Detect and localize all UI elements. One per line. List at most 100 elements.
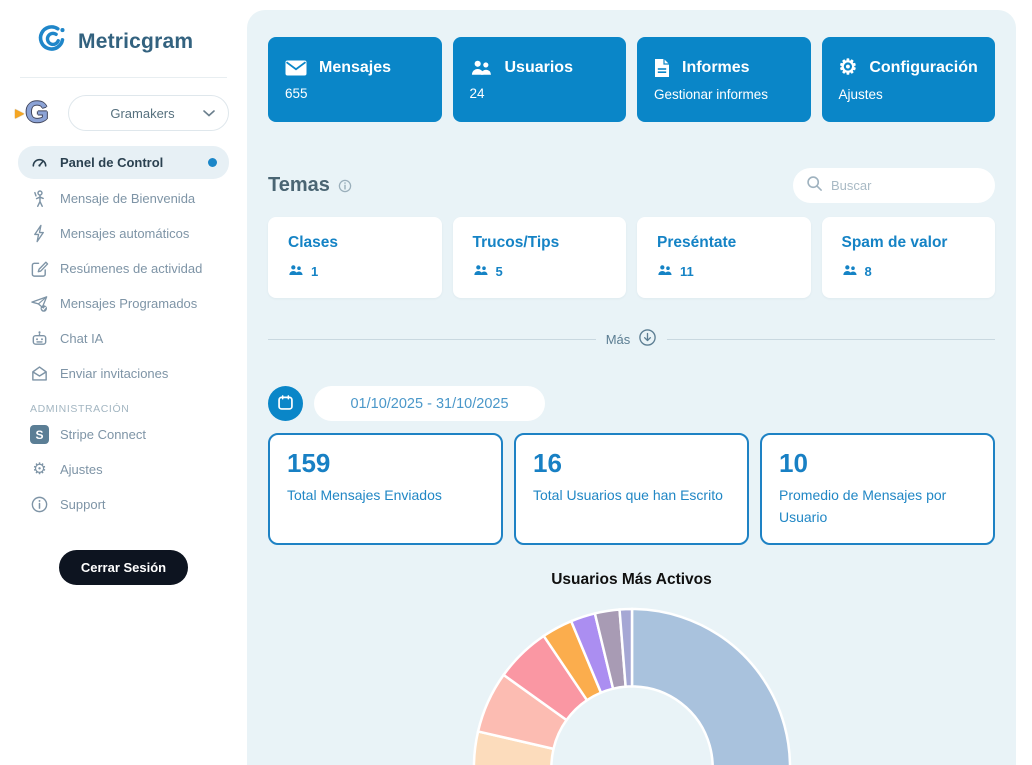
sidebar-section-administracion: ADMINISTRACIÓN (30, 403, 229, 415)
tema-card-clases[interactable]: Clases 1 (268, 217, 442, 298)
tema-count-value: 5 (496, 264, 503, 279)
sidebar-item-label: Support (60, 497, 106, 512)
date-range-picker[interactable]: 01/10/2025 - 31/10/2025 (314, 386, 545, 421)
sidebar-item-label: Mensaje de Bienvenida (60, 191, 195, 206)
tema-count-value: 8 (865, 264, 872, 279)
sidebar-item-label: Panel de Control (60, 155, 163, 170)
sidebar-menu: Panel de Control Mensaje de Bienvenida M… (18, 146, 229, 389)
sidebar-item-mensajes-automaticos[interactable]: Mensajes automáticos (18, 218, 229, 249)
sidebar-item-label: Chat IA (60, 331, 103, 346)
tema-card-spam-de-valor[interactable]: Spam de valor 8 (822, 217, 996, 298)
edit-icon (30, 259, 49, 278)
more-divider: Más (268, 328, 995, 350)
search-input[interactable] (831, 178, 1007, 193)
mensajes-card[interactable]: Mensajes 655 (268, 37, 442, 122)
more-button[interactable]: Más (606, 328, 658, 350)
tema-count-value: 1 (311, 264, 318, 279)
sidebar-item-enviar-invitaciones[interactable]: Enviar invitaciones (18, 358, 229, 389)
quick-actions: Mensajes 655 Usuarios 24 Informes Gestio… (268, 37, 995, 122)
envelope-icon (285, 60, 307, 76)
stripe-icon: S (30, 425, 49, 444)
sidebar-item-panel-de-control[interactable]: Panel de Control (18, 146, 229, 179)
divider-line (268, 339, 596, 340)
info-icon[interactable] (338, 179, 352, 193)
chevron-down-icon (203, 104, 215, 122)
sidebar-item-label: Enviar invitaciones (60, 366, 168, 381)
temas-cards: Clases 1 Trucos/Tips 5 Preséntate 11 Spa… (268, 217, 995, 298)
configuracion-card[interactable]: ⚙ Configuración Ajustes (822, 37, 996, 122)
search-icon (806, 175, 823, 197)
calendar-button[interactable] (268, 386, 303, 421)
gauge-icon (30, 153, 49, 172)
sidebar-item-ajustes[interactable]: ⚙ Ajustes (18, 454, 229, 485)
sidebar-item-label: Mensajes Programados (60, 296, 197, 311)
active-users-donut (462, 602, 802, 765)
donut-segment (632, 609, 790, 765)
active-indicator-dot (208, 158, 217, 167)
stat-value: 159 (287, 448, 484, 479)
tema-title: Trucos/Tips (473, 234, 607, 252)
robot-icon (30, 329, 49, 348)
send-check-icon (30, 294, 49, 313)
workspace-selector[interactable]: Gramakers (68, 95, 229, 131)
chart-title: Usuarios Más Activos (268, 571, 995, 589)
search-box (793, 168, 995, 203)
stat-card-total-mensajes: 159 Total Mensajes Enviados (268, 433, 503, 545)
tema-title: Spam de valor (842, 234, 976, 252)
swirl-icon (34, 22, 68, 61)
stat-label: Total Mensajes Enviados (287, 485, 484, 507)
envelope-open-icon (30, 364, 49, 383)
sidebar-item-mensajes-programados[interactable]: Mensajes Programados (18, 288, 229, 319)
card-label: Mensajes (319, 59, 391, 77)
users-icon (842, 264, 858, 279)
more-label: Más (606, 332, 631, 347)
gear-icon: ⚙ (839, 57, 858, 78)
tema-card-presentate[interactable]: Preséntate 11 (637, 217, 811, 298)
sidebar-item-stripe-connect[interactable]: S Stripe Connect (18, 419, 229, 450)
card-value: Ajustes (839, 87, 979, 102)
stat-card-total-usuarios: 16 Total Usuarios que han Escrito (514, 433, 749, 545)
tema-title: Clases (288, 234, 422, 252)
users-icon (657, 264, 673, 279)
card-label: Informes (682, 59, 750, 77)
tema-count-value: 11 (680, 264, 694, 279)
calendar-icon (277, 394, 294, 414)
users-icon (288, 264, 304, 279)
users-icon (470, 59, 493, 76)
card-label: Configuración (869, 59, 977, 77)
stat-label: Total Usuarios que han Escrito (533, 485, 730, 507)
arrow-down-circle-icon (638, 328, 657, 350)
tema-card-trucos-tips[interactable]: Trucos/Tips 5 (453, 217, 627, 298)
sidebar-item-support[interactable]: Support (18, 489, 229, 520)
logout-button[interactable]: Cerrar Sesión (59, 550, 188, 585)
main-panel: Mensajes 655 Usuarios 24 Informes Gestio… (247, 10, 1016, 765)
sidebar-item-label: Resúmenes de actividad (60, 261, 202, 276)
sidebar-item-chat-ia[interactable]: Chat IA (18, 323, 229, 354)
brand-name: Metricgram (78, 30, 193, 54)
card-label: Usuarios (505, 59, 573, 77)
sidebar-item-label: Mensajes automáticos (60, 226, 189, 241)
brand-logo: Metricgram (34, 22, 229, 61)
usuarios-card[interactable]: Usuarios 24 (453, 37, 627, 122)
active-users-chart (268, 602, 995, 765)
document-icon (654, 58, 670, 78)
sidebar-item-resumenes-de-actividad[interactable]: Resúmenes de actividad (18, 253, 229, 284)
stats-cards: 159 Total Mensajes Enviados 16 Total Usu… (268, 433, 995, 545)
divider-line (667, 339, 995, 340)
stat-card-promedio-mensajes: 10 Promedio de Mensajes por Usuario (760, 433, 995, 545)
sidebar-item-label: Stripe Connect (60, 427, 146, 442)
card-value: 24 (470, 86, 610, 101)
workspace-name: Gramakers (82, 106, 203, 121)
users-icon (473, 264, 489, 279)
avatar-arrow-icon: ▶ (15, 106, 24, 120)
temas-title: Temas (268, 174, 330, 197)
divider (20, 77, 227, 78)
card-value: 655 (285, 86, 425, 101)
sidebar-item-label: Ajustes (60, 462, 103, 477)
info-icon (30, 495, 49, 514)
stat-value: 16 (533, 448, 730, 479)
sidebar-item-mensaje-de-bienvenida[interactable]: Mensaje de Bienvenida (18, 183, 229, 214)
informes-card[interactable]: Informes Gestionar informes (637, 37, 811, 122)
bolt-icon (30, 224, 49, 243)
sidebar: Metricgram G ▶ Gramakers Panel de Contro… (0, 0, 247, 765)
